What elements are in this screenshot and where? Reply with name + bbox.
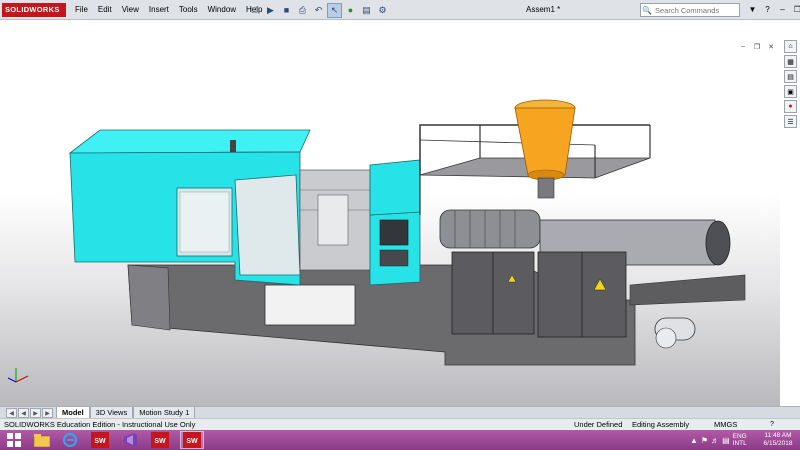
- graphics-area[interactable]: – ❐ ✕: [0, 20, 780, 406]
- system-clock[interactable]: 11:48 AM 6/15/2018: [760, 432, 796, 448]
- undo-icon[interactable]: ↶: [311, 3, 326, 18]
- open-icon[interactable]: ▶: [263, 3, 278, 18]
- clock-time: 11:48 AM: [764, 432, 792, 439]
- bottom-tabs-bar: ◀ ◀ ▶ ▶ Model 3D Views Motion Study 1: [0, 406, 800, 419]
- menu-insert[interactable]: Insert: [144, 0, 174, 20]
- task-pane: ⌂ ▦ ▤ ▣ ● ☰: [784, 40, 798, 128]
- rebuild-icon[interactable]: ●: [343, 3, 358, 18]
- minimize-icon[interactable]: –: [776, 2, 789, 17]
- menu-tools[interactable]: Tools: [174, 0, 203, 20]
- document-title: Assem1 *: [526, 5, 561, 14]
- base-window: [264, 284, 356, 326]
- prev-tab-icon[interactable]: ◀: [18, 408, 29, 418]
- logo-text: SOLIDWORKS: [5, 5, 60, 14]
- status-mode: Editing Assembly: [632, 420, 690, 429]
- action-center-icon[interactable]: ⚑: [701, 436, 708, 445]
- file-explorer-taskbar-icon[interactable]: [30, 431, 54, 449]
- solidworks-2015-icon[interactable]: SW: [88, 431, 112, 449]
- cylinder-end: [705, 220, 731, 266]
- internet-explorer-icon[interactable]: [58, 431, 82, 449]
- language-top: ENG: [732, 433, 747, 440]
- injection-rail: [629, 274, 746, 306]
- network-icon[interactable]: ▤: [722, 436, 730, 445]
- menu-bar: File Edit View Insert Tools Window Help: [70, 0, 268, 20]
- unit-system[interactable]: MMGS: [714, 419, 737, 430]
- svg-text:SW: SW: [94, 438, 106, 445]
- design-library-icon[interactable]: ▦: [784, 55, 797, 68]
- select-icon[interactable]: ↖: [327, 2, 342, 18]
- menu-view[interactable]: View: [117, 0, 144, 20]
- reference-triad: [7, 368, 29, 383]
- search-icon: 🔍: [642, 5, 652, 15]
- clock-date: 6/15/2018: [763, 440, 793, 447]
- injection-molding-machine-model[interactable]: [0, 20, 780, 406]
- solidworks-task-icon[interactable]: SW: [148, 431, 172, 449]
- new-document-icon[interactable]: □: [247, 3, 262, 18]
- control-screen: [379, 219, 409, 246]
- show-hidden-icons-icon[interactable]: ▲: [690, 436, 698, 445]
- appearances-icon[interactable]: ●: [784, 100, 797, 113]
- custom-properties-icon[interactable]: ☰: [784, 115, 797, 128]
- menu-file[interactable]: File: [70, 0, 93, 20]
- windows-taskbar: SW SW SW ▲ ⚑ ♬ ▤ ENG INTL 11:48 AM 6/15/…: [0, 430, 800, 450]
- file-explorer-icon[interactable]: ▤: [784, 70, 797, 83]
- solidworks-active-icon[interactable]: SW: [180, 431, 204, 449]
- system-tray: ▲ ⚑ ♬ ▤ ENG INTL: [690, 430, 747, 450]
- options-icon[interactable]: ⚙: [375, 3, 390, 18]
- menu-edit[interactable]: Edit: [93, 0, 117, 20]
- quick-tips-icon[interactable]: ?: [770, 419, 774, 430]
- windows-logo-icon: [7, 433, 21, 447]
- tab-navigation: ◀ ◀ ▶ ▶: [6, 408, 53, 418]
- visual-studio-icon[interactable]: [118, 431, 142, 449]
- svg-text:SW: SW: [186, 438, 198, 445]
- solidworks-resources-icon[interactable]: ⌂: [784, 40, 797, 53]
- search-box[interactable]: 🔍: [640, 3, 740, 17]
- language-indicator[interactable]: ENG INTL: [733, 433, 747, 447]
- language-bottom: INTL: [732, 440, 747, 447]
- last-tab-icon[interactable]: ▶: [42, 408, 53, 418]
- housing-door-open: [234, 174, 301, 276]
- title-bar: SOLIDWORKS File Edit View Insert Tools W…: [0, 0, 800, 20]
- solidworks-logo[interactable]: SOLIDWORKS: [2, 3, 66, 17]
- search-input[interactable]: [653, 5, 733, 15]
- first-tab-icon[interactable]: ◀: [6, 408, 17, 418]
- help-icon[interactable]: ?: [761, 2, 774, 17]
- search-options-icon[interactable]: ▼: [746, 2, 759, 17]
- clamp-housing-top: [68, 129, 311, 154]
- restore-icon[interactable]: ❐: [791, 2, 800, 17]
- save-icon[interactable]: ■: [279, 3, 294, 18]
- view-palette-icon[interactable]: ▣: [784, 85, 797, 98]
- print-icon[interactable]: ⎙: [295, 3, 310, 18]
- status-definition: Under Defined: [574, 420, 623, 429]
- status-bar: SOLIDWORKS Education Edition - Instructi…: [0, 418, 800, 430]
- file-properties-icon[interactable]: ▤: [359, 3, 374, 18]
- status-edition: SOLIDWORKS Education Edition - Instructi…: [4, 420, 196, 429]
- title-right-controls: ▼ ? – ❐: [746, 2, 800, 17]
- menu-window[interactable]: Window: [203, 0, 241, 20]
- next-tab-icon[interactable]: ▶: [30, 408, 41, 418]
- volume-icon[interactable]: ♬: [711, 436, 719, 445]
- svg-text:SW: SW: [154, 438, 166, 445]
- start-button[interactable]: [3, 432, 25, 448]
- quick-access-toolbar: □ ▶ ■ ⎙ ↶ ↖ ● ▤ ⚙: [247, 2, 390, 18]
